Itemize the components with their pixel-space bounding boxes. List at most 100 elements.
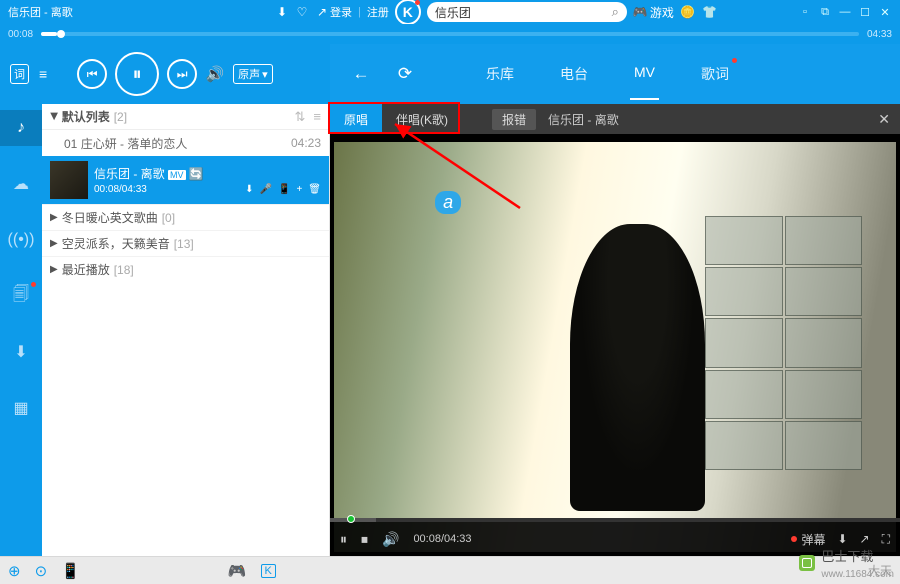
playlist-group[interactable]: ▶ 最近播放 [18]	[42, 256, 329, 282]
favorite-icon[interactable]: ♡	[294, 4, 310, 20]
track-title: 庄心妍 - 落单的恋人	[81, 137, 188, 151]
collapse-icon: ▶	[50, 238, 58, 249]
group-count: [0]	[162, 211, 175, 225]
watermark-name: 巴士下载	[821, 549, 873, 564]
danmu-label: 弹幕	[801, 531, 825, 548]
phone-icon[interactable]: 📱	[278, 184, 290, 195]
video-frame: a	[334, 142, 896, 552]
playlist-group[interactable]: ▶ 空灵派系，天籁美音 [13]	[42, 230, 329, 256]
video-volume-icon[interactable]: 🔊	[382, 531, 399, 548]
track-duration: 04:23	[291, 136, 321, 150]
download-track-icon[interactable]: ⬇	[245, 184, 253, 195]
game-button[interactable]: 🎮游戏	[633, 4, 674, 21]
group-count: [13]	[174, 237, 194, 251]
mv-mode-tabs: 原唱 伴唱(K歌) 报错 信乐团 - 离歌 ✕	[330, 104, 900, 134]
register-link[interactable]: 注册	[367, 4, 389, 20]
video-subject-silhouette	[570, 224, 705, 511]
phone-sync-icon[interactable]: 📱	[61, 562, 80, 580]
site-watermark: 巴士下载 www.11684.com	[799, 546, 894, 580]
refresh-icon[interactable]: ⟳	[392, 64, 418, 84]
progress-bar-row: 00:08 04:33	[0, 24, 900, 44]
playlist-panel: ▶ 默认列表 [2] ⇅ ≡ 01 庄心妍 - 落单的恋人 04:23 信乐团 …	[42, 104, 330, 556]
album-thumbnail	[50, 161, 88, 199]
track-index: 01	[64, 137, 77, 151]
mv-tab-karaoke[interactable]: 伴唱(K歌)	[382, 104, 462, 134]
sidenav-download-icon[interactable]: ⬇	[0, 334, 42, 370]
now-playing-title: 信乐团 - 离歌	[8, 4, 73, 20]
video-share-icon[interactable]: ↗	[860, 532, 870, 546]
title-bar: 信乐团 - 离歌 ⬇ ♡ ↗ 登录 | 注册 K ⌕ 🎮游戏 🪙 👕 ▫ ⧉ —…	[0, 0, 900, 24]
report-error-button[interactable]: 报错	[492, 109, 536, 130]
close-mv-icon[interactable]: ✕	[878, 111, 890, 128]
sidenav-apps-icon[interactable]: ▦	[0, 390, 42, 426]
progress-slider[interactable]	[41, 32, 859, 36]
search-icon[interactable]: ⌕	[612, 4, 619, 20]
k-icon[interactable]: K	[261, 564, 276, 578]
mv-tab-original[interactable]: 原唱	[330, 104, 382, 134]
playlist-group[interactable]: ▶ 冬日暖心英文歌曲 [0]	[42, 204, 329, 230]
login-link[interactable]: 登录	[330, 4, 352, 20]
watermark-logo-icon	[799, 555, 815, 571]
sidenav-music-icon[interactable]: ♪	[0, 110, 42, 146]
track-row-playing[interactable]: 信乐团 - 离歌 MV 🔄 00:08/04:33 ⬇ 🎤 📱 + 🗑	[42, 156, 329, 204]
video-background-window	[705, 216, 862, 470]
similar-icon[interactable]: 🔄	[189, 167, 204, 181]
delete-icon[interactable]: 🗑	[308, 184, 321, 195]
menu-icon[interactable]: ≡	[313, 109, 321, 125]
volume-icon[interactable]: 🔊	[207, 66, 223, 82]
sidenav-cloud-icon[interactable]: ☁	[0, 166, 42, 202]
mv-badge[interactable]: MV	[168, 170, 186, 180]
danmu-toggle[interactable]: 弹幕	[791, 531, 825, 548]
add-playlist-icon[interactable]: ⊕	[8, 562, 21, 580]
video-play-pause-button[interactable]: ⏸	[340, 531, 347, 548]
gamepad-icon[interactable]: 🎮	[228, 562, 247, 580]
next-track-button[interactable]: ⏭	[167, 59, 197, 89]
compact-icon[interactable]: ⧉	[816, 6, 834, 19]
mic-icon[interactable]: 🎤	[260, 184, 272, 195]
video-stop-button[interactable]: ⏹	[361, 531, 368, 548]
video-player[interactable]: a ⏸ ⏹ 🔊 00:08/04:33 弹幕 ⬇ ↗ ⛶	[330, 134, 900, 556]
close-icon[interactable]: ✕	[876, 6, 894, 19]
app-logo-icon[interactable]: K	[395, 0, 421, 25]
video-progress-slider[interactable]	[330, 518, 900, 522]
minimize-icon[interactable]: —	[836, 6, 854, 19]
tab-library[interactable]: 乐库	[486, 58, 514, 90]
tab-radio[interactable]: 电台	[560, 58, 588, 90]
video-time: 00:08/04:33	[413, 533, 471, 545]
tab-mv[interactable]: MV	[634, 58, 655, 90]
share-icon[interactable]: ↗	[314, 4, 330, 20]
mini-mode-icon[interactable]: ▫	[796, 6, 814, 19]
main-body: ♪ ☁ ((•)) 🗐 ⬇ ▦ ▶ 默认列表 [2] ⇅ ≡ 01 庄心妍 - …	[0, 104, 900, 556]
locate-icon[interactable]: ⊙	[35, 562, 48, 580]
add-icon[interactable]: +	[296, 184, 302, 195]
group-title: 最近播放	[62, 261, 110, 278]
shirt-icon[interactable]: 👕	[702, 4, 718, 20]
danmu-dot-icon	[791, 536, 797, 542]
coin-icon[interactable]: 🪙	[680, 4, 696, 20]
video-download-icon[interactable]: ⬇	[837, 532, 847, 546]
mv-title: 信乐团 - 离歌	[548, 111, 619, 128]
sidenav-radio-icon[interactable]: ((•))	[0, 222, 42, 258]
back-icon[interactable]: ←	[348, 64, 374, 84]
playlist-header[interactable]: ▶ 默认列表 [2] ⇅ ≡	[42, 104, 329, 130]
sidenav-history-icon[interactable]: 🗐	[0, 278, 42, 314]
tab-lyrics[interactable]: 歌词	[701, 58, 729, 90]
content-nav: ← ⟳ 乐库 电台 MV 歌词	[330, 44, 900, 104]
search-input[interactable]	[435, 5, 595, 19]
maximize-icon[interactable]: ☐	[856, 6, 874, 19]
notification-dot-icon	[732, 58, 737, 63]
video-fullscreen-icon[interactable]: ⛶	[882, 532, 890, 547]
voice-mode-dropdown[interactable]: 原声 ▾	[233, 64, 273, 84]
voice-mode-label: 原声	[238, 66, 260, 82]
watermark-url: www.11684.com	[821, 569, 894, 580]
video-watermark-badge: a	[435, 191, 461, 214]
download-icon[interactable]: ⬇	[274, 4, 290, 20]
prev-track-button[interactable]: ⏮	[77, 59, 107, 89]
expand-icon: ▶	[48, 113, 59, 121]
track-row[interactable]: 01 庄心妍 - 落单的恋人 04:23	[42, 130, 329, 156]
play-pause-button[interactable]: ⏸	[115, 52, 159, 96]
lyric-button[interactable]: 词	[10, 64, 29, 84]
sort-icon[interactable]: ⇅	[295, 109, 306, 125]
content-area: ← ⟳ 乐库 电台 MV 歌词 原唱 伴唱(K歌) 报错 信乐团 - 离歌 ✕	[330, 104, 900, 556]
equalizer-icon[interactable]: ≡	[39, 66, 47, 82]
